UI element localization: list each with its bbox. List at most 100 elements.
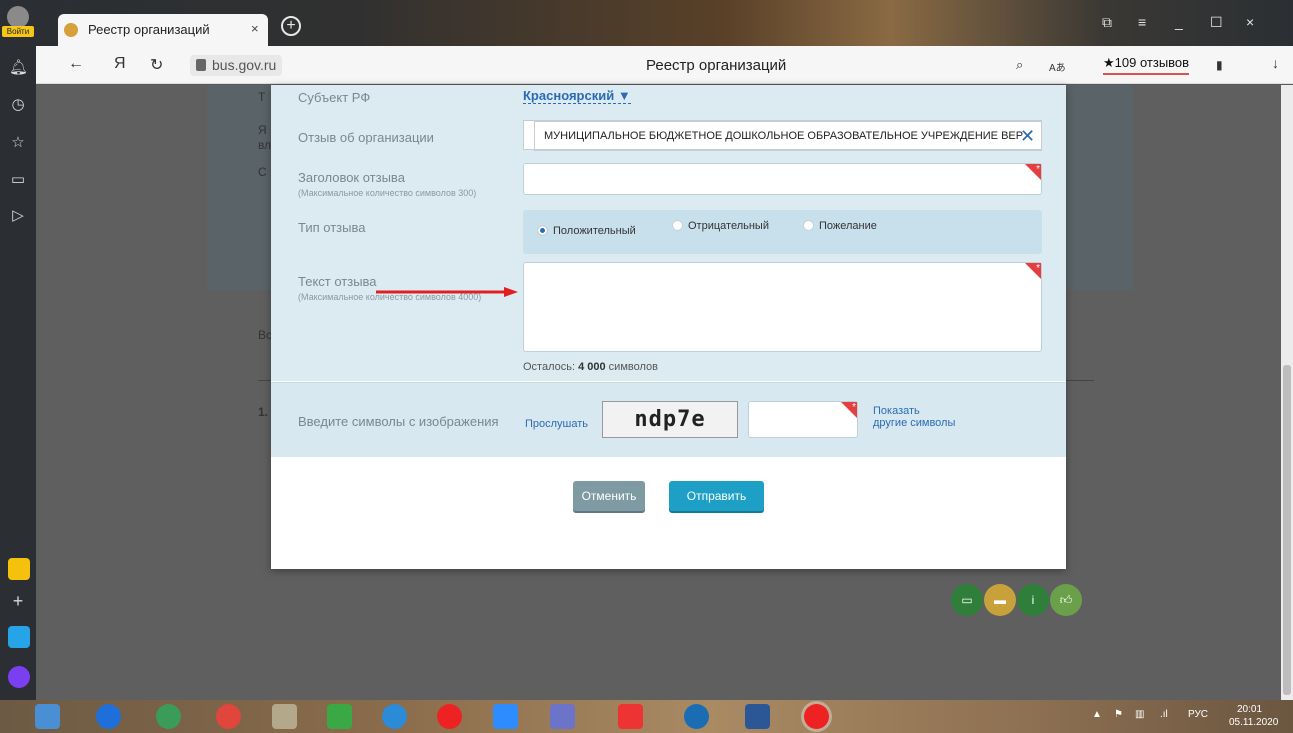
review-text-label: Текст отзыва — [298, 274, 377, 289]
tabs-icon[interactable]: ⧉ — [1102, 14, 1112, 31]
url-field[interactable]: bus.gov.ru — [190, 55, 283, 76]
page-scrollbar[interactable] — [1281, 85, 1293, 700]
floating-buttons: ▭ ▬ i 👍︎ — [951, 584, 1083, 616]
review-text-area[interactable] — [523, 262, 1042, 352]
player-icon[interactable] — [684, 704, 709, 729]
messenger-icon[interactable] — [8, 626, 30, 648]
menu-icon[interactable]: ≡ — [1138, 14, 1146, 30]
captcha-input[interactable] — [748, 401, 858, 438]
address-bar: ← Я ↻ bus.gov.ru Реестр организаций ⌕ Aあ… — [36, 46, 1293, 84]
language-indicator[interactable]: РУС — [1188, 709, 1208, 720]
flag-icon[interactable]: ⚑ — [1114, 709, 1123, 720]
page-text-fragment: Т — [258, 90, 266, 104]
send-button[interactable]: Отправить — [669, 481, 764, 511]
chars-remaining: Осталось: 4 000 символов — [523, 361, 658, 373]
type-positive-radio[interactable]: Положительный — [537, 225, 636, 237]
notes-icon[interactable]: ▭ — [9, 171, 27, 189]
alice-icon[interactable] — [8, 666, 30, 688]
new-tab-button[interactable]: + — [281, 16, 301, 36]
review-title-input[interactable] — [523, 163, 1042, 195]
back-icon[interactable]: ← — [68, 55, 84, 73]
browser-sidebar: Войти 🔔︎ ◷ ☆ ▭ ▷ + — [0, 0, 36, 700]
review-title-hint: (Максимальное количество символов 300) — [298, 188, 477, 198]
org-field[interactable]: МУНИЦИПАЛЬНОЕ БЮДЖЕТНОЕ ДОШКОЛЬНОЕ ОБРАЗ… — [523, 120, 1042, 151]
close-window-button[interactable]: × — [1246, 14, 1254, 30]
page-text-fragment: Я — [258, 123, 267, 137]
volume-app-icon[interactable] — [35, 704, 60, 729]
tab-close-icon[interactable]: × — [251, 21, 259, 36]
ie-icon[interactable] — [382, 704, 407, 729]
yandex-browser-active-icon[interactable] — [804, 704, 829, 729]
download-icon[interactable]: ↓ — [1272, 55, 1279, 71]
mail-icon[interactable] — [8, 558, 30, 580]
remaining-count: 4 000 — [578, 361, 606, 373]
radio-icon — [672, 220, 683, 231]
required-marker-icon — [1025, 164, 1041, 180]
tab-title: Реестр организаций — [88, 22, 210, 37]
type-wish-radio[interactable]: Пожелание — [803, 220, 877, 232]
tab-bar: Реестр организаций × + ⧉ ≡ _ ☐ × — [36, 0, 1293, 46]
clock-date[interactable]: 05.11.2020 — [1229, 717, 1278, 728]
user-avatar-icon[interactable] — [7, 6, 29, 28]
emblem-icon — [64, 23, 78, 37]
tab-registry[interactable]: Реестр организаций × — [58, 14, 268, 46]
remaining-prefix: Осталось: — [523, 361, 579, 373]
captcha-label: Введите символы с изображения — [298, 414, 499, 429]
tray-arrow-icon[interactable]: ▲ — [1092, 709, 1102, 720]
org-value: МУНИЦИПАЛЬНОЕ БЮДЖЕТНОЕ ДОШКОЛЬНОЕ ОБРАЗ… — [534, 121, 1042, 151]
url-text: bus.gov.ru — [212, 57, 277, 73]
bookmark-icon[interactable]: ▮ — [1216, 58, 1223, 72]
page-text-fragment: С — [258, 165, 267, 179]
minimize-button[interactable]: _ — [1175, 14, 1183, 30]
cancel-button[interactable]: Отменить — [573, 481, 645, 511]
zoom-icon[interactable] — [493, 704, 518, 729]
radio-checked-icon — [537, 225, 548, 236]
chrome-icon[interactable] — [216, 704, 241, 729]
required-marker-icon — [1025, 263, 1041, 279]
search-icon[interactable]: ⌕ — [1016, 57, 1023, 73]
listen-link[interactable]: Прослушать — [525, 418, 588, 430]
chat-icon[interactable]: ▬ — [984, 584, 1016, 616]
signal-icon[interactable]: .ıl — [1160, 709, 1168, 720]
star-icon[interactable]: ☆ — [9, 134, 27, 152]
viewer-icon[interactable] — [550, 704, 575, 729]
page-text-fragment: вл — [258, 138, 272, 152]
scrollbar-thumb[interactable] — [1283, 365, 1291, 695]
type-positive-label: Положительный — [553, 225, 636, 237]
maximize-button[interactable]: ☐ — [1210, 14, 1223, 31]
taskbar: ▲ ⚑ ▥ .ıl РУС 20:01 05.11.2020 — [0, 700, 1293, 733]
reviews-badge[interactable]: ★109 отзывов — [1103, 55, 1190, 75]
like-icon[interactable]: 👍︎ — [1050, 584, 1082, 616]
translate-icon[interactable]: Aあ — [1049, 59, 1066, 74]
network-icon[interactable]: ▥ — [1135, 709, 1144, 720]
review-dialog: Субъект РФ Красноярский ▼ Отзыв об орган… — [271, 85, 1066, 569]
word-icon[interactable] — [745, 704, 770, 729]
page-text-fragment: 1. — [258, 405, 269, 419]
yandex-logo-icon[interactable]: Я — [114, 55, 126, 73]
review-title-label: Заголовок отзыва — [298, 170, 405, 185]
clear-org-icon[interactable]: ✕ — [1020, 126, 1035, 147]
bell-icon[interactable]: 🔔︎ — [9, 59, 28, 77]
add-icon[interactable]: + — [9, 592, 27, 610]
review-type-label: Тип отзыва — [298, 220, 366, 235]
a-app-icon[interactable] — [327, 704, 352, 729]
reload-icon[interactable]: ↻ — [150, 55, 163, 75]
inbox-icon[interactable]: ▭ — [951, 584, 983, 616]
picasa-icon[interactable] — [156, 704, 181, 729]
yandex-icon[interactable] — [618, 704, 643, 729]
bluetooth-icon[interactable] — [96, 704, 121, 729]
page-title: Реестр организаций — [646, 57, 787, 74]
required-marker-icon — [841, 402, 857, 418]
info-icon[interactable]: i — [1017, 584, 1049, 616]
paint-icon[interactable] — [272, 704, 297, 729]
other-symbols-link[interactable]: Показать другие символы — [873, 405, 955, 429]
yandex-browser-icon[interactable] — [437, 704, 462, 729]
type-negative-label: Отрицательный — [688, 220, 769, 232]
type-negative-radio[interactable]: Отрицательный — [672, 220, 769, 232]
history-icon[interactable]: ◷ — [9, 96, 27, 114]
play-icon[interactable]: ▷ — [9, 207, 27, 225]
clock-time[interactable]: 20:01 — [1237, 704, 1262, 715]
login-button[interactable]: Войти — [2, 26, 34, 37]
subject-select[interactable]: Красноярский ▼ — [523, 88, 631, 104]
red-arrow-annotation — [376, 287, 518, 297]
